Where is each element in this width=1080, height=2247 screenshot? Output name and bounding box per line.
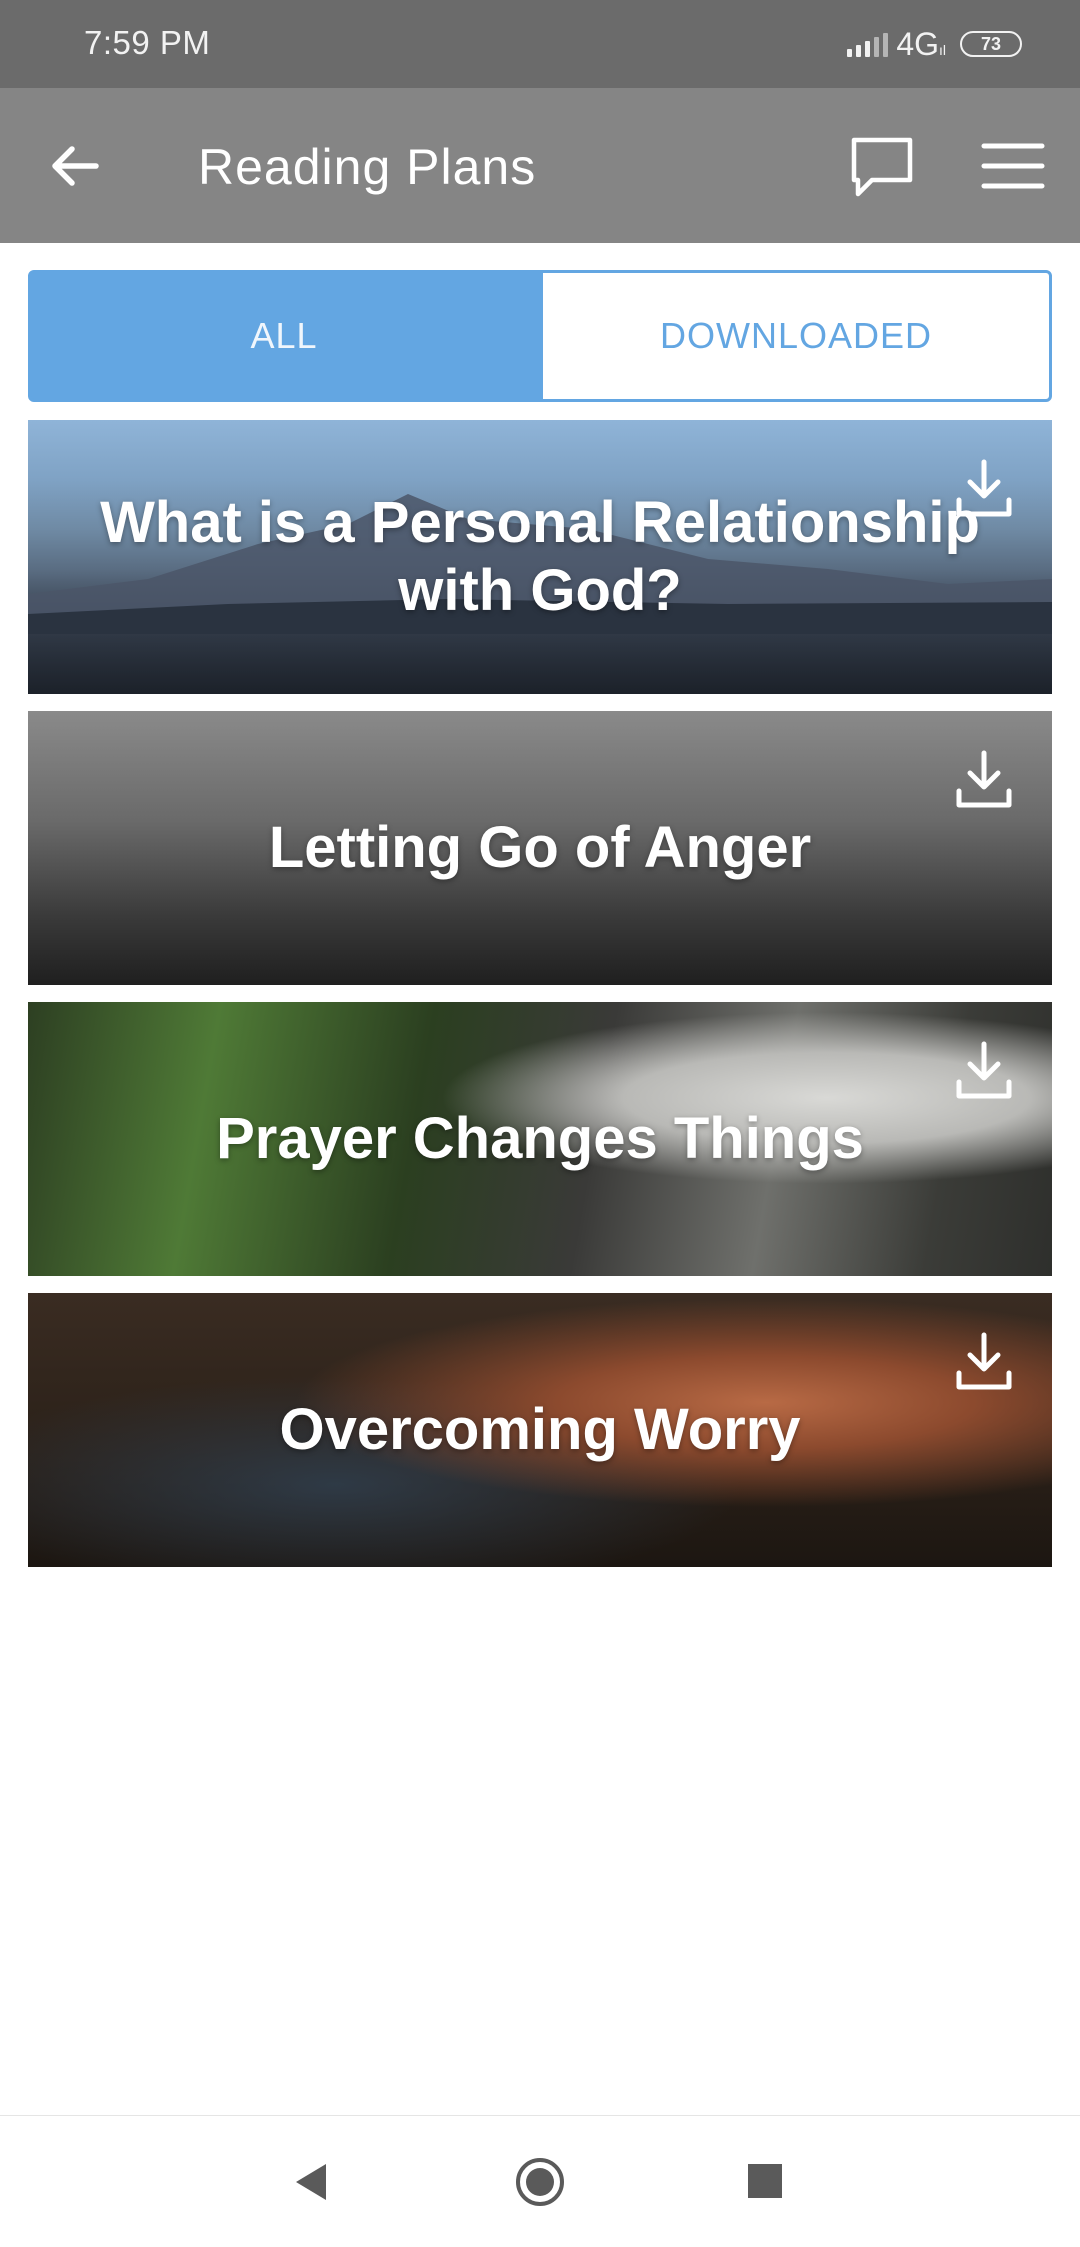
nav-back-button[interactable] — [290, 2160, 330, 2204]
status-bar: 7:59 PM 4Gıl 73 — [0, 0, 1080, 88]
plan-title: What is a Personal Relationship with God… — [100, 490, 980, 623]
chat-icon — [851, 137, 913, 197]
menu-button[interactable] — [978, 134, 1048, 198]
plan-title: Overcoming Worry — [279, 1397, 801, 1462]
circle-home-icon — [516, 2158, 564, 2206]
download-icon — [956, 750, 1012, 808]
back-button[interactable] — [40, 134, 110, 198]
network-type: 4Gıl — [896, 25, 946, 62]
download-icon — [956, 1041, 1012, 1099]
download-button[interactable] — [954, 1040, 1014, 1102]
download-icon — [956, 459, 1012, 517]
system-nav-bar — [0, 2115, 1080, 2247]
arrow-left-icon — [52, 146, 99, 186]
tab-all[interactable]: ALL — [28, 270, 540, 402]
plan-card[interactable]: Letting Go of Anger — [28, 711, 1052, 985]
app-bar: Reading Plans — [0, 88, 1080, 243]
plan-title: Letting Go of Anger — [268, 815, 812, 880]
signal-icon — [847, 31, 889, 57]
network-label: 4G — [896, 25, 939, 62]
status-time: 7:59 PM — [84, 24, 211, 61]
download-icon — [956, 1332, 1012, 1390]
nav-recents-button[interactable] — [748, 2164, 782, 2198]
plan-card[interactable]: Overcoming Worry — [28, 1293, 1052, 1567]
triangle-back-icon — [296, 2164, 326, 2200]
plan-card[interactable]: What is a Personal Relationship with God… — [28, 420, 1052, 694]
plan-title: Prayer Changes Things — [216, 1106, 864, 1171]
tab-downloaded[interactable]: DOWNLOADED — [540, 270, 1052, 402]
battery-level: 73 — [980, 33, 1002, 54]
page-title: Reading Plans — [198, 139, 537, 195]
filter-tabs: ALL DOWNLOADED — [28, 270, 1052, 402]
nav-home-button[interactable] — [514, 2156, 566, 2208]
status-icons: 4Gıl 73 — [847, 22, 1022, 66]
download-button[interactable] — [954, 458, 1014, 520]
download-button[interactable] — [954, 1331, 1014, 1393]
menu-icon — [981, 143, 1045, 189]
plan-card[interactable]: Prayer Changes Things — [28, 1002, 1052, 1276]
chat-button[interactable] — [846, 132, 918, 202]
download-button[interactable] — [954, 749, 1014, 811]
battery-icon: 73 — [960, 31, 1022, 57]
